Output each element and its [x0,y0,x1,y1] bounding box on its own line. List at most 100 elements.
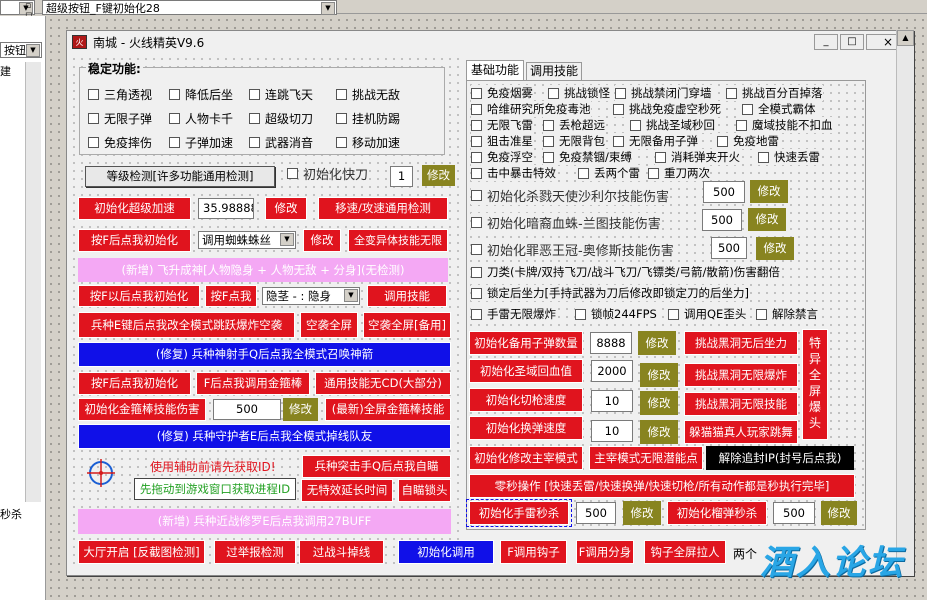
init-holy-recovery-button[interactable]: 初始化圣域回血值 [469,359,583,383]
all-heterogeneous-button[interactable]: 全变异体技能无限 [348,229,448,252]
fix-guardian-button[interactable]: (修复) 兵种守护者E后点我全模式掉线队友 [78,424,451,449]
stable-checkbox[interactable]: 三角透视 [88,86,152,103]
e-key-jump-button[interactable]: 兵种E键后点我改全模式跳跃爆炸空袭 [78,312,295,338]
init-sniper-kill-button[interactable]: 初始化榴弹秒杀 [667,501,767,525]
blackhole-explode-button[interactable]: 挑战黑洞无限爆炸 [684,363,798,387]
sin-input[interactable]: 500 [711,237,747,259]
init-kill-angel-checkbox[interactable]: 初始化杀戮天使沙利尔技能伤害 [471,186,670,205]
spider-combo[interactable]: 调用蜘蛛蛛丝 ▼ [198,231,296,249]
grenade-kill-edit-button[interactable]: 修改 [623,501,661,525]
sin-edit-button[interactable]: 修改 [756,237,794,260]
bottom-action-button[interactable]: 初始化调用 [398,540,494,564]
accel-edit-button[interactable]: 修改 [265,197,307,220]
bottom-action-button[interactable]: 钩子全屏拉人 [644,540,726,564]
press-f-init-button-2[interactable]: 按F以后点我初始化 [78,285,200,307]
instant-op-button[interactable]: 零秒操作 [快速丢雷/快速换弹/快速切枪/所有动作都是秒执行完毕] [469,474,855,498]
right-feature-checkbox[interactable]: 狙击准星 [471,133,533,149]
tab-skills[interactable]: 调用技能 [526,62,582,80]
ide-event-combo[interactable]: 超级按钮_F键初始化28 ▼ [42,0,337,15]
hide-combo[interactable]: 隐茎 - : 隐身 ▼ [262,287,360,305]
stable-checkbox[interactable]: 超级切刀 [249,110,313,127]
skill-no-cd-button[interactable]: 通用技能无CD(大部分) [315,372,451,395]
hide-seek-jump-button[interactable]: 躲猫猫真人玩家跳舞 [684,420,798,444]
right-feature-checkbox[interactable]: 挑战圣域秒回 [630,117,715,133]
bottom-action-button[interactable]: 大厅开启 [反截图检测] [78,540,205,564]
air-full-button[interactable]: 空袭全屏 [300,312,358,338]
init-sin-king-checkbox[interactable]: 初始化罪恶王冠-奥修斯技能伤害 [471,240,674,259]
holy-input[interactable]: 2000 [591,360,633,382]
right-feature-checkbox[interactable]: 免疫浮空 [471,149,533,165]
init-grenade-kill-button[interactable]: 初始化手雷秒杀 [469,501,569,525]
press-f-init-button-1[interactable]: 按F后点我初始化 [78,229,191,252]
stable-checkbox[interactable]: 武器消音 [249,134,313,151]
special-fullscreen-button[interactable]: 特异全屏爆头 [802,329,828,440]
drag-game-window-button[interactable]: 先拖动到游戏窗口获取进程ID [134,478,296,500]
stable-checkbox[interactable]: 无限子弹 [88,110,152,127]
init-switch-speed-button[interactable]: 初始化切枪速度 [469,388,583,412]
bottom-action-button[interactable]: F调用分身 [576,540,634,564]
right-feature-checkbox[interactable]: 免疫禁锢/束缚 [543,149,632,165]
right-feature-checkbox[interactable]: 消耗弹夹开火 [655,149,740,165]
init-backup-ammo-button[interactable]: 初始化备用子弹数量 [469,331,583,355]
stable-checkbox[interactable]: 降低后坐 [169,86,233,103]
assault-q-button[interactable]: 兵种突击手Q后点我自瞄 [302,455,451,478]
no-effect-delay-button[interactable]: 无特效延长时间 [301,479,393,502]
switch-edit-button[interactable]: 修改 [640,391,678,415]
bottom-action-button[interactable]: 过举报检测 [214,540,296,564]
init-blood-dragon-checkbox[interactable]: 初始化暗裔血蛛-兰图技能伤害 [471,213,661,232]
release-ip-button[interactable]: 解除追封IP(封号后点我) [706,446,854,470]
stable-checkbox[interactable]: 挂机防踢 [336,110,400,127]
right-feature-checkbox[interactable]: 挑战免疫虚空秒死 [613,101,721,117]
right-feature-checkbox[interactable]: 无限背包 [543,133,605,149]
accel-input[interactable]: 35.98888 [198,198,254,219]
lock-recoil-checkbox[interactable]: 锁定后坐力[手持武器为刀后修改即锁定刀的后坐力] [471,285,749,301]
fly-god-button[interactable]: (新增) 飞升成神[人物隐身 + 人物无敌 + 分身](无检测) [78,258,448,282]
stable-checkbox[interactable]: 移动加速 [336,134,400,151]
call-skill-button[interactable]: 调用技能 [367,285,447,307]
unlock-mute-checkbox[interactable]: 解除禁言 [756,306,818,322]
init-golden-damage-button[interactable]: 初始化金箍棒技能伤害 [78,398,206,421]
dragon-edit-button[interactable]: 修改 [748,208,786,231]
sniper-kill-edit-button[interactable]: 修改 [821,501,857,525]
level-check-button[interactable]: 等级检测[许多功能通用检测] [85,166,275,187]
init-fast-knife-checkbox[interactable]: 初始化快刀 [287,164,368,183]
grenade-no-limit-checkbox[interactable]: 手雷无限爆炸 [471,306,556,322]
lock-fps-checkbox[interactable]: 锁帧244FPS [575,306,657,322]
bottom-action-button[interactable]: 过战斗掉线 [299,540,384,564]
call-qe-checkbox[interactable]: 调用QE歪头 [668,306,747,322]
right-feature-checkbox[interactable]: 快速丢雷 [758,149,820,165]
stable-checkbox[interactable]: 免疫摔伤 [88,134,152,151]
golden-edit-button[interactable]: 修改 [283,398,318,421]
ide-left-scrollbar[interactable] [25,62,41,502]
fix-god-shooter-button[interactable]: (修复) 兵种神射手Q后点我全模式召唤神箭 [78,342,451,367]
maximize-button[interactable]: □ [840,34,864,50]
right-feature-checkbox[interactable]: 哈维研究所免疫毒池 [471,101,591,117]
spider-edit-button[interactable]: 修改 [303,229,341,252]
stable-checkbox[interactable]: 连跳飞天 [249,86,313,103]
sniper-kill-input[interactable]: 500 [773,502,815,524]
press-f-init-button-3[interactable]: 按F后点我初始化 [78,372,191,395]
right-feature-checkbox[interactable]: 挑战锁怪 [548,85,610,101]
fast-knife-edit-button[interactable]: 修改 [422,165,455,186]
right-feature-checkbox[interactable]: 丢两个雷 [578,165,640,181]
init-super-accel-button[interactable]: 初始化超级加速 [78,197,191,220]
right-feature-checkbox[interactable]: 击中暴击特效 [471,165,556,181]
blackhole-recoil-button[interactable]: 挑战黑洞无后坐力 [684,331,798,355]
right-feature-checkbox[interactable]: 魔域技能不扣血 [736,117,833,133]
init-main-mode-button[interactable]: 初始化修改主宰模式 [469,446,583,470]
grenade-kill-input[interactable]: 500 [576,502,616,524]
right-feature-checkbox[interactable]: 挑战禁闭门穿墙 [615,85,712,101]
stable-checkbox[interactable]: 人物卡千 [169,110,233,127]
right-feature-checkbox[interactable]: 无限飞雷 [471,117,533,133]
scroll-up-icon[interactable]: ▲ [897,30,914,46]
right-feature-checkbox[interactable]: 挑战百分百掉落 [726,85,823,101]
stable-checkbox[interactable]: 挑战无敌 [336,86,400,103]
new-melee-button[interactable]: (新增) 兵种近战修罗E后点我调用27BUFF [78,509,451,534]
right-feature-checkbox[interactable]: 丢枪超远 [543,117,605,133]
holy-edit-button[interactable]: 修改 [640,363,678,387]
backup-ammo-input[interactable]: 8888 [590,332,632,354]
reload-input[interactable]: 10 [591,420,633,442]
vertical-scrollbar[interactable]: ▲ [896,30,914,576]
init-reload-speed-button[interactable]: 初始化换弹速度 [469,416,583,440]
air-full-backup-button[interactable]: 空袭全屏[备用] [363,312,451,338]
